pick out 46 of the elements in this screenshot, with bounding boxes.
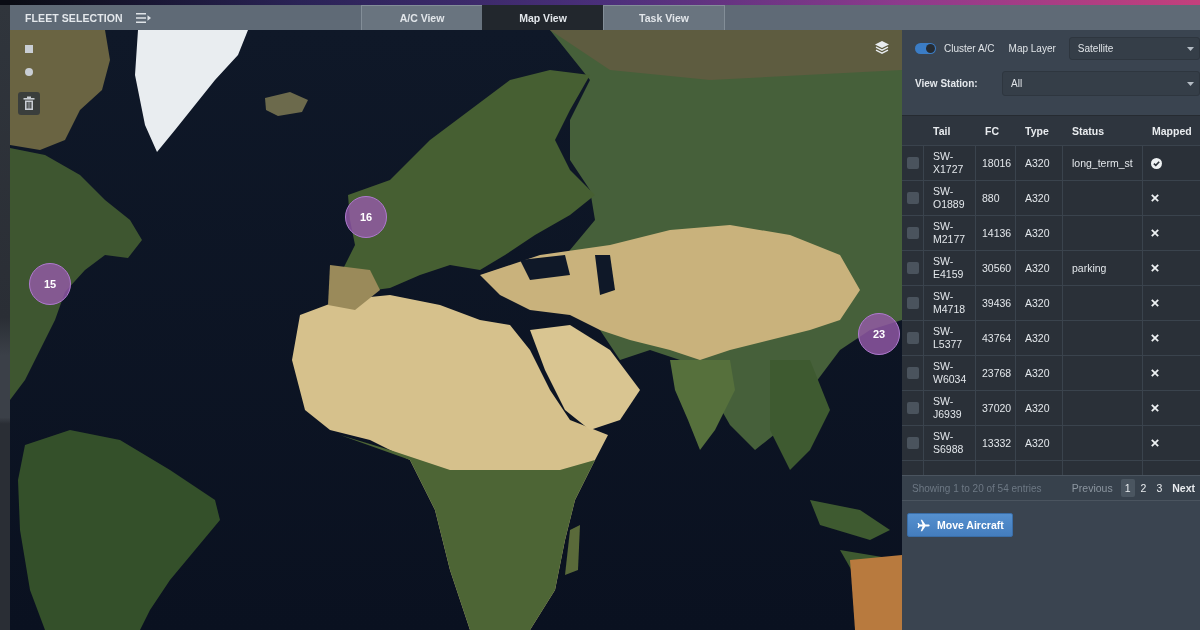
column-header[interactable]: FC [975,116,1015,145]
row-checkbox[interactable] [907,227,919,239]
column-header[interactable]: Type [1015,116,1062,145]
toggle-label: Cluster A/C [944,43,995,54]
row-checkbox[interactable] [907,192,919,204]
row-checkbox[interactable] [907,297,919,309]
column-header[interactable]: Tail [923,116,975,145]
row-checkbox[interactable] [907,262,919,274]
table-row[interactable]: SW-X1727 18016 A320 long_term_st [902,145,1200,180]
column-header[interactable]: Mapped [1142,116,1200,145]
airplane-icon [917,518,930,532]
row-checkbox[interactable] [907,437,919,449]
layers-icon[interactable] [875,41,889,54]
row-checkbox[interactable] [907,332,919,344]
column-header[interactable]: Status [1062,116,1142,145]
menu-icon[interactable] [135,12,151,23]
trash-icon[interactable] [18,92,40,115]
move-aircraft-button[interactable]: Move Aircraft [907,513,1013,537]
view-station-label: View Station: [915,78,979,89]
next-link[interactable]: Next [1168,479,1199,497]
caret-icon [1187,46,1194,51]
circle-icon[interactable] [25,68,33,76]
cluster-toggle[interactable] [915,43,936,54]
page-link[interactable]: 1 [1120,479,1135,497]
table-row[interactable]: SW-O1889 880 A320 [902,180,1200,215]
row-checkbox[interactable] [907,157,919,169]
row-checkbox[interactable] [907,367,919,379]
app-title: FLEET SELECTION [25,11,123,24]
tab[interactable]: A/C View [361,5,483,30]
table-row[interactable]: SW-J6939 37020 A320 [902,390,1200,425]
row-checkbox[interactable] [907,402,919,414]
table-row[interactable]: SW-S6988 13332 A320 [902,425,1200,460]
table-row[interactable]: SW-M4718 39436 A320 [902,285,1200,320]
table-row[interactable]: SW-E4159 30560 A320 parking [902,250,1200,285]
square-icon[interactable] [25,45,33,53]
page-link[interactable]: 3 [1152,479,1167,497]
view-station-select[interactable]: All [1002,71,1200,96]
map-layer-select[interactable]: Satellite [1068,37,1200,60]
caret-icon [1187,81,1194,86]
tab[interactable]: Task View [603,5,725,30]
map-layer-label: Map Layer [1008,43,1056,54]
page-link[interactable]: 2 [1136,479,1151,497]
table-row[interactable]: SW-L5377 43764 A320 [902,320,1200,355]
tab[interactable]: Map View [482,5,604,30]
table-row[interactable]: SW-M2177 14136 A320 [902,215,1200,250]
table-row[interactable]: SW-W6034 23768 A320 [902,355,1200,390]
